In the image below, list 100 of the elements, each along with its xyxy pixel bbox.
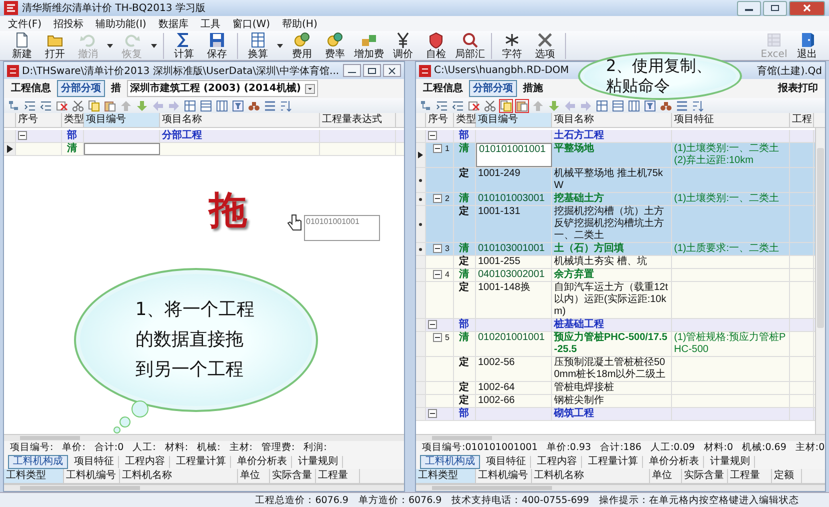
minimize-button[interactable] [737,0,761,16]
sort-icon[interactable] [692,100,704,112]
library-dropdown[interactable]: 深圳市建筑工程 (2003) (2014机械) [127,80,318,97]
tab[interactable]: 计量规则 [706,456,755,468]
table-row[interactable]: 2 清 010101003001 挖基础土方 (1)土壤类别:一、二类土 [416,193,815,206]
menu-item[interactable]: 窗口(W) [232,16,270,30]
menu-item[interactable]: 辅助功能(I) [96,16,146,30]
tab[interactable]: 工程量计算 [584,456,643,468]
column-header[interactable]: 项目名称 [552,113,672,127]
indent-icon[interactable] [24,100,36,112]
toolbar-button[interactable]: 退出 [791,31,823,60]
collapse-icon[interactable] [433,270,442,279]
maximize-button[interactable] [363,64,381,77]
tab[interactable]: 项目特征 [482,456,531,468]
tab[interactable]: 单价分析表 [645,456,704,468]
menu-item[interactable]: 招投标 [54,16,84,30]
copy-icon[interactable] [500,100,512,112]
collapse-icon[interactable] [433,194,442,203]
table-row[interactable]: 定 1001-255 机械填土夯实 槽、坑 [416,256,815,269]
delete-icon[interactable] [56,100,68,112]
indent-icon[interactable] [436,100,448,112]
column-header[interactable]: 工料类型 [416,469,476,483]
horizontal-scrollbar[interactable] [4,484,404,491]
table-row[interactable]: 定 1001-249 机械平整场地 推土机75kW [416,168,815,193]
toolbar-button[interactable]: 换算 [242,31,274,60]
delete-icon[interactable] [468,100,480,112]
table-row[interactable]: 部 土石方工程 [416,130,815,143]
filter-icon[interactable] [232,100,244,112]
toolbar-button[interactable]: 局部汇 [453,31,487,60]
column-header[interactable]: 项目编号 [84,113,160,127]
tab[interactable]: 工料机构成 [8,454,68,468]
collapse-icon[interactable] [428,409,437,418]
cut-icon[interactable] [72,100,84,112]
tab[interactable]: 工料机构成 [420,454,480,468]
table-row[interactable]: 5 清 010201001001 预应力管桩PHC-500/17.5-25.5 (1)管桩规格:预应力管桩PHC-500 [416,332,815,357]
horizontal-scrollbar[interactable] [416,434,825,441]
column-header[interactable]: 工程量表达式 [320,113,396,127]
toolbar-button[interactable]: 增加费 [352,31,386,60]
close-button[interactable] [789,0,825,16]
filter-icon[interactable] [644,100,656,112]
toolbar-button[interactable]: 打开 [39,31,71,60]
toolbar-button[interactable]: 调价 [387,31,419,60]
table-row[interactable]: 定 1002-66 钢桩尖制作 [416,395,815,408]
tab[interactable]: 分部分项 [469,80,517,97]
horizontal-scrollbar[interactable] [416,484,825,491]
toolbar-button[interactable]: 自检 [420,31,452,60]
table-row[interactable]: 部 桩基础工程 [416,319,815,332]
column-header[interactable]: 单位 [650,469,682,483]
toolbar-button[interactable]: 新建 [6,31,38,60]
table-icon[interactable] [216,100,228,112]
table-row[interactable]: 定 1001-148换 自卸汽车运土方（载重12t以内）运距(实际运距:10km) [416,282,815,319]
list-icon[interactable] [676,100,688,112]
tree-icon[interactable] [420,100,432,112]
column-header[interactable]: 实际含量 [270,469,316,483]
toolbar-button[interactable]: 计算 [168,31,200,60]
table-icon[interactable] [184,100,196,112]
menu-item[interactable]: 帮助(H) [282,16,318,30]
menu-item[interactable]: 数据库 [158,16,188,30]
collapse-icon[interactable] [433,333,442,342]
list-icon[interactable] [264,100,276,112]
vertical-scrollbar[interactable] [815,128,825,434]
column-header[interactable]: 工料机编号 [64,469,120,483]
menu-item[interactable]: 工具 [200,16,220,30]
collapse-icon[interactable] [428,320,437,329]
column-header[interactable]: 工程量 [728,469,772,483]
column-header[interactable]: 单位 [238,469,270,483]
tab[interactable]: 报表打印 [775,81,821,96]
table-row[interactable]: 部 分部工程 [4,130,404,143]
collapse-icon[interactable] [433,144,442,153]
toolbar-button[interactable]: 费用 [286,31,318,60]
column-header[interactable]: 工料机名称 [120,469,238,483]
tab[interactable]: 计量规则 [294,456,343,468]
close-button[interactable] [383,64,401,77]
toolbar-button[interactable]: 选项 [529,31,561,60]
tab[interactable]: 措 [108,81,124,96]
sort-icon[interactable] [280,100,292,112]
copy-icon[interactable] [88,100,100,112]
column-header[interactable]: 实际含量 [682,469,728,483]
table-row[interactable]: 定 1002-56 压预制混凝土管桩桩径500mm桩长18m以外二级土 [416,357,815,382]
table-row[interactable]: 1 清 010101001001 平整场地 (1)土壤类别:一、二类土 (2)弃土运距:10km [416,143,815,168]
table-icon[interactable] [628,100,640,112]
tab[interactable]: 项目特征 [70,456,119,468]
collapse-icon[interactable] [428,131,437,140]
tab[interactable]: 工程信息 [420,81,466,96]
collapse-icon[interactable] [18,131,27,140]
toolbar-button[interactable]: 保存 [201,31,233,60]
column-header[interactable]: 工料机名称 [532,469,650,483]
tab[interactable]: 措施 [520,81,546,96]
table-row[interactable]: 清 [4,143,404,156]
tab[interactable]: 工程内容 [533,456,582,468]
toolbar-button[interactable]: 字符 [496,31,528,60]
table-row[interactable]: 定 1001-131 挖掘机挖沟槽（坑）土方反铲挖掘机挖沟槽坑土方一、二类土 [416,206,815,243]
collapse-icon[interactable] [433,244,442,253]
table-row[interactable]: 4 清 040103002001 余方弃置 [416,269,815,282]
table-icon[interactable] [596,100,608,112]
minimize-button[interactable] [343,64,361,77]
outdent-icon[interactable] [452,100,464,112]
dropdown-arrow-icon[interactable] [277,44,283,48]
column-header[interactable]: 定额 [772,469,802,483]
tab[interactable]: 工程内容 [121,456,170,468]
